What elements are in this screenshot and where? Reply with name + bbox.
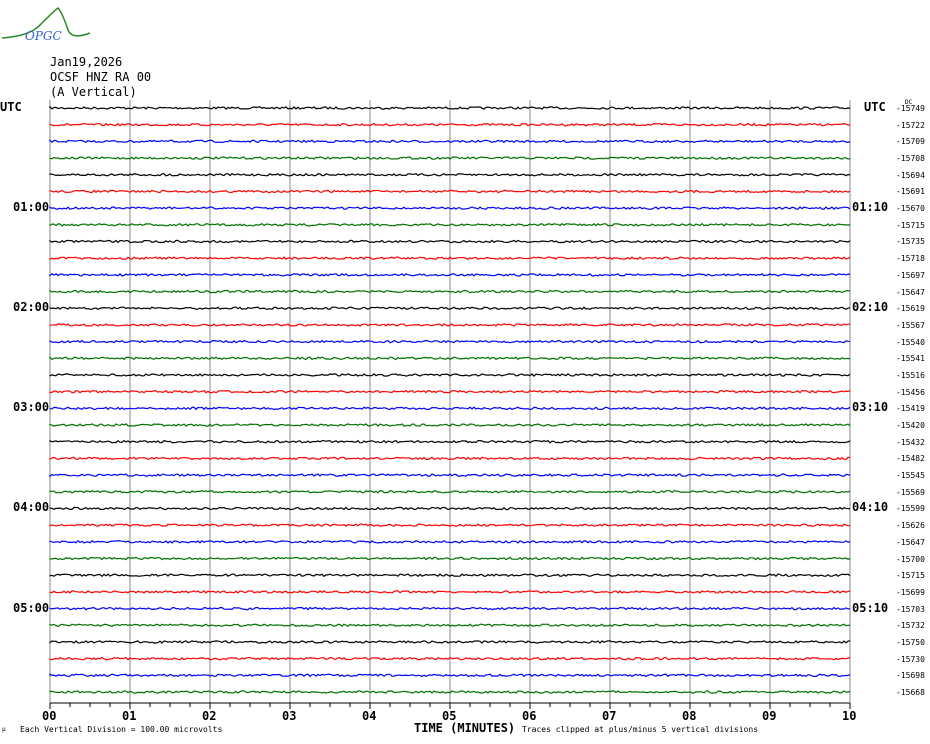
trace-plot bbox=[49, 100, 851, 709]
right-hour-label: 03:10 bbox=[852, 400, 889, 415]
x-tick-label: 04 bbox=[362, 709, 377, 723]
left-hour-label: 03:00 bbox=[13, 400, 50, 415]
dc-offset-label: -15599 bbox=[896, 504, 925, 514]
right-hour-label: 05:10 bbox=[852, 600, 889, 615]
left-hour-label: 04:00 bbox=[13, 500, 50, 515]
x-tick-label: 07 bbox=[602, 709, 617, 723]
dc-offset-label: -15730 bbox=[896, 654, 925, 664]
dc-offset-label: -15715 bbox=[896, 220, 925, 230]
dc-offset-label: -15749 bbox=[896, 104, 925, 113]
scale-note: Each Vertical Division = 100.00 microvol… bbox=[20, 725, 223, 734]
x-axis-title: TIME (MINUTES) bbox=[414, 721, 516, 735]
dc-offset-label: -15668 bbox=[896, 688, 925, 697]
dc-offset-label: -15647 bbox=[896, 287, 925, 297]
dc-offset-label: -15541 bbox=[896, 354, 925, 364]
dc-offset-label: -15569 bbox=[896, 487, 925, 497]
unit-mark: µ bbox=[2, 726, 6, 733]
dc-offset-label: -15626 bbox=[896, 521, 925, 531]
dc-offset-label: -15709 bbox=[896, 137, 925, 147]
left-hour-label: 02:00 bbox=[13, 300, 50, 315]
dc-offset-label: -15697 bbox=[896, 270, 925, 280]
dc-offset-label: -15670 bbox=[896, 204, 925, 214]
dc-offset-label: -15708 bbox=[896, 154, 925, 164]
dc-offset-label: -15619 bbox=[896, 304, 925, 314]
dc-offset-label: -15540 bbox=[896, 337, 925, 347]
x-tick-label: 09 bbox=[762, 709, 777, 723]
dc-offset-label: -15691 bbox=[896, 187, 925, 197]
right-hour-label: 02:10 bbox=[852, 300, 889, 315]
helicorder: OPGC Jan19,2026 OCSF HNZ RA 00 (A Vertic… bbox=[0, 0, 930, 744]
left-hour-label: 01:00 bbox=[13, 200, 50, 215]
x-tick-label: 06 bbox=[522, 709, 537, 723]
dc-offset-label: -15482 bbox=[896, 454, 925, 464]
dc-offset-label: -15703 bbox=[896, 604, 925, 614]
dc-offset-label: -15567 bbox=[896, 320, 925, 330]
dc-offset-label: -15647 bbox=[896, 537, 925, 547]
x-tick-label: 08 bbox=[682, 709, 697, 723]
left-hour-label: 05:00 bbox=[13, 600, 50, 615]
x-tick-label: 03 bbox=[282, 709, 297, 723]
dc-offset-label: -15420 bbox=[896, 421, 925, 431]
dc-offset-label: -15700 bbox=[896, 554, 925, 564]
dc-offset-label: -15750 bbox=[896, 637, 925, 647]
dc-offset-label: -15722 bbox=[896, 120, 925, 130]
x-tick-label: 10 bbox=[842, 709, 857, 723]
dc-offset-label: -15735 bbox=[896, 237, 925, 247]
dc-offset-label: -15699 bbox=[896, 587, 925, 597]
dc-offset-label: -15715 bbox=[896, 571, 925, 581]
x-tick-label: 00 bbox=[42, 709, 57, 723]
x-tick-label: 02 bbox=[202, 709, 217, 723]
clip-note: Traces clipped at plus/minus 5 vertical … bbox=[522, 725, 759, 734]
dc-offset-label: -15516 bbox=[896, 370, 925, 380]
dc-offset-label: -15432 bbox=[896, 437, 925, 447]
x-tick-label: 01 bbox=[122, 709, 137, 723]
dc-offset-label: -15732 bbox=[896, 621, 925, 631]
dc-offset-label: -15545 bbox=[896, 471, 925, 481]
dc-offset-label: -15419 bbox=[896, 404, 925, 414]
dc-offset-label: -15698 bbox=[896, 671, 925, 681]
dc-offset-label: -15718 bbox=[896, 254, 925, 264]
right-hour-label: 01:10 bbox=[852, 200, 889, 215]
dc-offset-label: -15456 bbox=[896, 387, 925, 397]
dc-offset-label: -15694 bbox=[896, 170, 925, 180]
right-hour-label: 04:10 bbox=[852, 500, 889, 515]
